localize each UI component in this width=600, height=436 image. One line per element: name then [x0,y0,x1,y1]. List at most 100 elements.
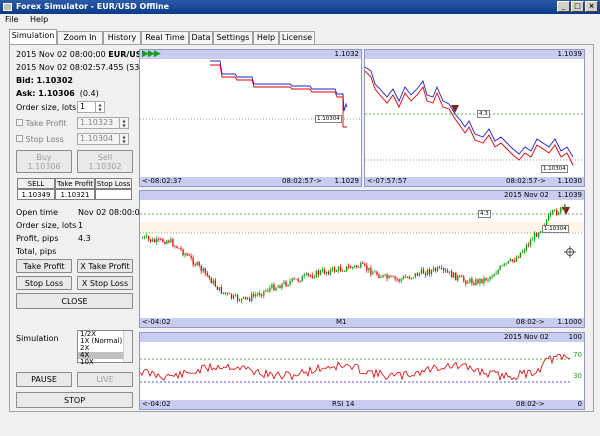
candle [548,215,550,221]
tick-price-top: 1.1032 [334,50,360,58]
candle [226,293,229,294]
candle [224,292,227,294]
candle [148,236,150,240]
close-window-button[interactable]: × [585,1,598,12]
main-candles [140,203,584,304]
minimize-button[interactable]: _ [557,1,570,12]
candle [281,283,283,289]
candle [333,267,336,272]
tab-data[interactable]: Data [189,31,213,44]
candle [277,285,279,288]
buy-button[interactable]: Buy 1.10306 [16,150,72,173]
stop-loss-button[interactable]: Stop Loss [16,276,72,290]
tab-simulation[interactable]: Simulation [9,29,57,44]
chart-header [140,50,361,59]
main-line-label: 1.10304 [542,225,569,233]
candle [339,266,342,271]
candle [315,270,318,278]
candle [146,236,148,238]
candle [418,273,421,276]
stop-loss-option[interactable]: Stop Loss [16,135,64,145]
stop-loss-checkbox[interactable] [16,135,23,142]
candle [428,269,431,274]
candle [299,281,301,282]
candle [358,267,360,268]
speed-scrollbar[interactable] [123,331,132,362]
candle [202,268,204,272]
candle [263,290,265,296]
take-profit-checkbox[interactable] [16,119,23,126]
candle [440,267,443,269]
minute-profit-label: 4.3 [477,110,490,118]
candle [382,274,384,278]
candle [257,293,259,295]
main-time-right: 08:02-> [516,318,545,326]
take-profit-button[interactable]: Take Profit [16,259,72,273]
take-profit-option[interactable]: Take Profit [16,119,67,129]
candle [309,275,311,276]
candle [451,271,453,278]
x-take-profit-button[interactable]: X Take Profit [77,259,133,273]
candle [475,279,477,286]
candle [558,212,560,215]
crosshair-icon[interactable] [564,246,576,258]
candle [533,233,536,240]
speed-listbox[interactable]: 1/2X 1X (Normal) 2X 4X 10X [77,330,133,366]
candle [247,298,249,300]
candle [180,248,182,250]
tab-history[interactable]: History [103,31,141,44]
candle [453,272,455,278]
menu-file[interactable]: File [5,15,18,24]
rsi-chart[interactable]: 2015 Nov 02 100 70 30 <-04:02 RSI 14 08:… [139,332,585,410]
x-stop-loss-button[interactable]: X Stop Loss [77,276,133,290]
candle [245,296,247,299]
minute-chart[interactable]: 1.1039 <-07:57:57 08:02:57-> 1.1030 4.3 … [364,49,585,187]
candle [220,287,223,294]
candle [414,273,416,278]
menu-help[interactable]: Help [30,15,48,24]
candle [489,276,491,280]
maximize-button[interactable]: □ [571,1,584,12]
candle [402,276,404,279]
candle [271,284,273,288]
total-label: Total, pips [16,247,57,256]
candle [174,245,176,247]
close-position-button[interactable]: CLOSE [16,293,133,309]
tab-help[interactable]: Help [253,31,279,44]
candle [291,278,293,282]
candle [400,278,402,281]
main-profit-label: 4.3 [478,210,491,218]
candle [550,213,552,216]
candle [376,271,378,275]
tab-real-time[interactable]: Real Time [141,31,189,44]
tick-chart[interactable]: ▶▶▶ 1.1032 <-08:02:37 08:02:57-> 1.1029 … [139,49,362,187]
take-profit-input[interactable]: 1.10323 ▲ ▼ [77,117,129,129]
main-chart[interactable]: 2015 Nov 02 1.1039 <-04:02 M1 08:02-> 1.… [139,190,585,328]
order-size-input[interactable]: 1 ▲ ▼ [77,101,105,113]
candle [234,295,237,296]
pause-button[interactable]: PAUSE [16,372,72,387]
live-button[interactable]: LIVE [77,372,133,387]
candle [182,249,184,256]
stop-loss-input[interactable]: 1.10304 ▲ ▼ [77,133,129,145]
profit-label: Profit, pips [16,234,59,243]
candle [293,278,295,280]
sell-button[interactable]: Sell 1.10302 [77,150,133,173]
candle [243,296,245,299]
candle [289,281,291,285]
candle [275,287,277,291]
candle [186,253,188,256]
candle [218,287,221,290]
candle [305,273,307,275]
stop-button[interactable]: STOP [16,392,133,408]
candle [432,268,435,271]
tab-zoom-in[interactable]: Zoom In [57,31,103,44]
tab-settings[interactable]: Settings [213,31,253,44]
candle [283,281,285,284]
candle [509,259,511,262]
candle [370,267,372,275]
candle [164,242,166,244]
tab-license[interactable]: License [279,31,315,44]
candle [436,267,439,271]
candle [255,294,257,296]
